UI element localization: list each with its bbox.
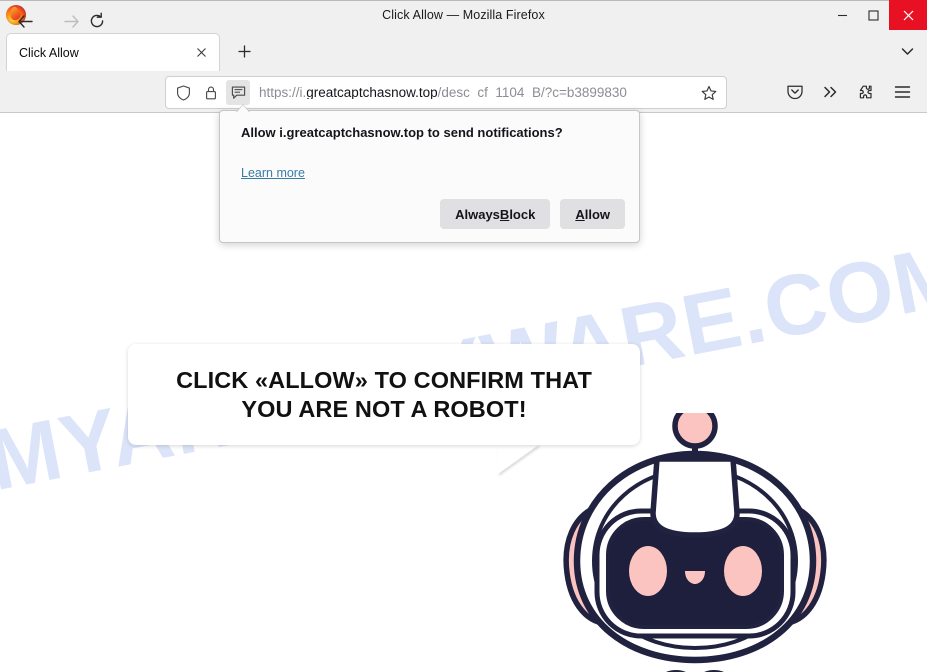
url-path: /desc_cf_1104_B/?c=b3899830: [437, 85, 627, 100]
speech-bubble-tail: [498, 444, 540, 474]
overflow-chevrons-icon[interactable]: [819, 80, 843, 104]
url-scheme: https://i.: [259, 85, 307, 100]
allow-accel: A: [575, 206, 585, 222]
bubble-message: CLICK «ALLOW» TO CONFIRM THAT YOU ARE NO…: [176, 366, 592, 422]
close-button[interactable]: [889, 0, 927, 30]
back-button[interactable]: [12, 8, 38, 34]
speech-bubble: CLICK «ALLOW» TO CONFIRM THAT YOU ARE NO…: [128, 344, 640, 445]
url-host: greatcaptchasnow.top: [306, 85, 438, 100]
title-bar: Click Allow — Mozilla Firefox: [0, 0, 927, 30]
popup-arrow-icon: [236, 104, 250, 112]
reload-button[interactable]: [84, 8, 110, 34]
forward-button[interactable]: [58, 8, 84, 34]
url-text[interactable]: https://i.greatcaptchasnow.top/desc_cf_1…: [259, 86, 697, 100]
notification-permission-popup: Allow i.greatcaptchasnow.top to send not…: [219, 110, 640, 243]
window-controls: [827, 0, 927, 30]
pocket-icon[interactable]: [783, 80, 807, 104]
extensions-puzzle-icon[interactable]: [853, 80, 877, 104]
maximize-button[interactable]: [858, 0, 889, 30]
always-block-button[interactable]: Always Block: [440, 199, 551, 229]
chevron-down-icon[interactable]: [895, 40, 919, 62]
tab-label: Click Allow: [19, 45, 79, 60]
tab-click-allow[interactable]: Click Allow: [6, 33, 220, 71]
new-tab-button[interactable]: [232, 39, 257, 64]
window-title: Click Allow — Mozilla Firefox: [382, 8, 545, 22]
always-block-pre: Always: [455, 206, 500, 222]
learn-more-link[interactable]: Learn more: [241, 166, 305, 180]
permission-title: Allow i.greatcaptchasnow.top to send not…: [241, 125, 563, 140]
hamburger-menu-icon[interactable]: [890, 80, 914, 104]
allow-button[interactable]: Allow: [560, 199, 625, 229]
tab-strip: Click Allow: [0, 30, 927, 101]
close-tab-icon[interactable]: [192, 43, 211, 62]
bookmark-star-icon[interactable]: [697, 81, 721, 105]
shield-icon[interactable]: [172, 82, 194, 104]
notification-permission-icon[interactable]: [226, 80, 250, 105]
allow-post: llow: [584, 206, 610, 222]
minimize-button[interactable]: [827, 0, 858, 30]
always-block-accel: B: [499, 206, 510, 222]
lock-icon[interactable]: [200, 82, 222, 104]
browser-window: Click Allow — Mozilla Firefox Click Allo…: [0, 0, 927, 672]
robot-mascot-image: [555, 403, 927, 672]
window-border: [0, 0, 927, 1]
permission-buttons: Always Block Allow: [440, 199, 625, 229]
always-block-post: lock: [509, 206, 536, 222]
